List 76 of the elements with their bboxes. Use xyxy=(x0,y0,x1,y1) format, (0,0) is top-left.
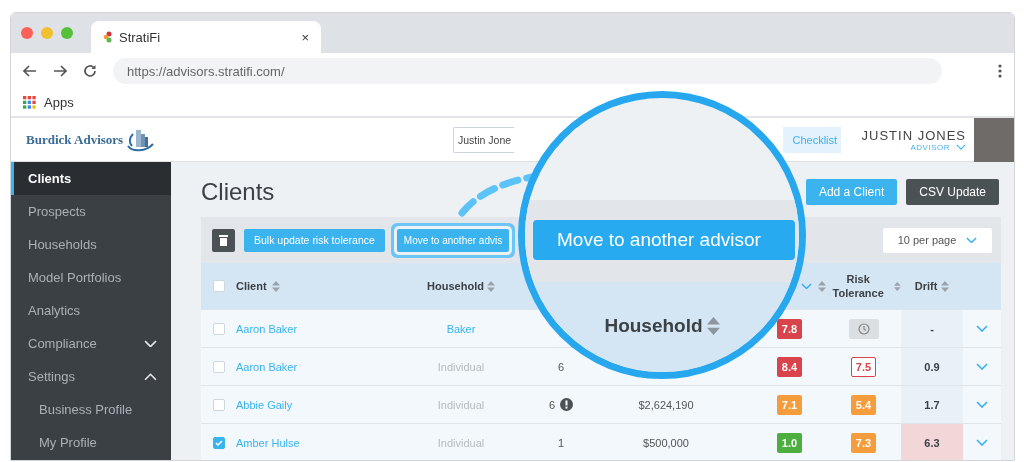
user-name: JUSTIN JONES xyxy=(861,127,966,143)
sidebar-item[interactable]: Model Portfolios xyxy=(11,261,171,294)
tab-title: StratiFi xyxy=(119,29,162,45)
magnified-button[interactable]: Move to another advisor xyxy=(533,220,795,260)
drift-value: - xyxy=(930,322,934,335)
table-cell: 6 xyxy=(557,360,565,373)
household-text: Individual xyxy=(437,360,485,373)
column-header[interactable]: Household xyxy=(427,280,484,292)
household-text: Individual xyxy=(437,436,485,449)
user-role: ADVISOR xyxy=(910,142,950,152)
maximize-window-icon[interactable] xyxy=(61,27,73,39)
brand-name: Burdick Advisors xyxy=(26,131,124,148)
sort-icon[interactable] xyxy=(271,280,280,292)
favicon-icon xyxy=(103,31,113,43)
avatar-photo-placeholder[interactable] xyxy=(974,117,1014,162)
select-all-checkbox[interactable] xyxy=(212,280,225,292)
clock-icon xyxy=(857,322,870,335)
sidebar-item[interactable]: Analytics xyxy=(11,294,171,327)
drift-value: 6.3 xyxy=(924,436,940,449)
score-badge: 7.8 xyxy=(777,318,802,339)
logo-bars-icon xyxy=(126,127,155,152)
sidebar-label: Compliance xyxy=(28,336,97,351)
magnified-column-header: Household xyxy=(604,315,703,337)
trash-icon xyxy=(219,234,228,246)
header-button[interactable]: CSV Update xyxy=(906,179,999,205)
forward-arrow-icon[interactable] xyxy=(53,65,67,77)
sidebar-item[interactable]: Business Profile xyxy=(11,393,171,426)
page-size-select[interactable]: 10 per page xyxy=(883,227,992,253)
table-cell: 1 xyxy=(557,436,565,449)
row-checkbox[interactable] xyxy=(212,322,225,335)
sidebar-item[interactable]: Households xyxy=(11,228,171,261)
bookmark-link[interactable]: Apps xyxy=(44,95,74,110)
sidebar-item[interactable]: My Profile xyxy=(11,426,171,459)
apps-grid-icon[interactable] xyxy=(23,96,36,109)
drift-value: 1.7 xyxy=(924,398,940,411)
score-badge: 1.0 xyxy=(777,432,802,453)
sidebar-item[interactable]: Settings xyxy=(11,360,171,393)
address-bar[interactable]: https://advisors.stratifi.com/ xyxy=(113,58,942,84)
sort-icon[interactable] xyxy=(941,280,950,292)
sort-icon[interactable] xyxy=(486,280,495,292)
sidebar-item[interactable]: Compliance xyxy=(11,327,171,360)
delete-button[interactable] xyxy=(212,228,235,252)
row-checkbox[interactable] xyxy=(212,398,225,411)
page-size-label: 10 per page xyxy=(897,234,957,246)
checkmark-icon xyxy=(214,439,223,446)
sort-icon[interactable] xyxy=(894,280,901,292)
risk-badge: 7.3 xyxy=(851,432,876,453)
table-cell: $2,624,190 xyxy=(638,398,694,411)
reload-icon[interactable] xyxy=(83,64,97,78)
row-checkbox[interactable] xyxy=(212,436,225,449)
score-badge: 7.1 xyxy=(777,394,802,415)
sidebar-label: Settings xyxy=(28,369,75,384)
score-badge: 8.4 xyxy=(777,356,802,377)
column-header[interactable]: Drift xyxy=(914,280,938,292)
risk-badge: 5.4 xyxy=(851,394,876,415)
table-cell: 6 xyxy=(548,398,556,411)
risk-badge: 7.5 xyxy=(851,356,876,377)
sidebar-item[interactable]: Clients xyxy=(11,162,171,195)
household-text: Individual xyxy=(437,398,485,411)
drift-value: 0.9 xyxy=(924,360,940,373)
column-header[interactable]: Risk Tolerance xyxy=(826,272,891,300)
row-checkbox[interactable] xyxy=(212,360,225,373)
minimize-window-icon[interactable] xyxy=(41,27,53,39)
search-field[interactable]: Justin Jone xyxy=(453,126,515,153)
sort-icon xyxy=(706,317,720,335)
close-window-icon[interactable] xyxy=(21,27,33,39)
chevron-up-icon[interactable] xyxy=(144,372,157,381)
page-title: Clients xyxy=(201,178,275,206)
browser-tab[interactable]: StratiFi × xyxy=(91,21,321,53)
close-tab-icon[interactable]: × xyxy=(301,29,309,45)
back-arrow-icon[interactable] xyxy=(23,65,37,77)
sidebar-item[interactable]: Prospects xyxy=(11,195,171,228)
column-header[interactable]: Client xyxy=(236,280,267,292)
kebab-menu-icon[interactable] xyxy=(998,64,1002,78)
sort-icon[interactable] xyxy=(818,280,826,292)
table-cell: $500,000 xyxy=(643,436,689,449)
